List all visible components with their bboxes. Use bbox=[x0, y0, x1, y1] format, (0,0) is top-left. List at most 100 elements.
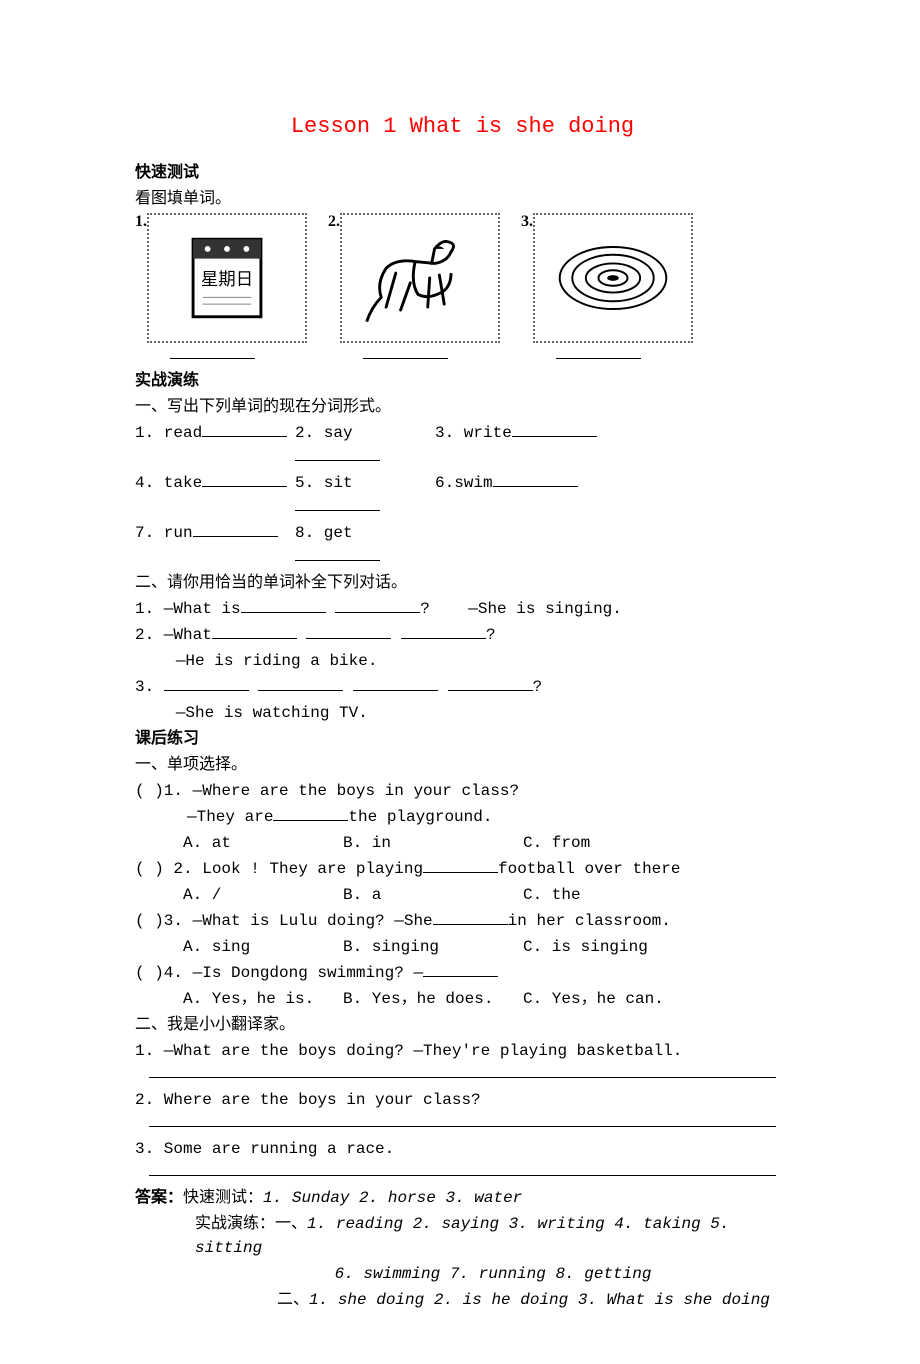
blank[interactable] bbox=[258, 690, 343, 691]
prac2-label: 二、 bbox=[277, 1291, 309, 1308]
blank[interactable] bbox=[202, 486, 287, 487]
ex1-row1: 1. read 2. say 3. write bbox=[135, 421, 790, 469]
blank[interactable] bbox=[164, 690, 249, 691]
ex2-q3-ans: —She is watching TV. bbox=[135, 701, 790, 725]
answer-line[interactable] bbox=[149, 1075, 776, 1078]
opt-a: A. Yes，he is. bbox=[183, 987, 343, 1011]
text: —He is riding a bike. bbox=[176, 652, 378, 670]
text: in her classroom. bbox=[508, 912, 671, 930]
blank[interactable] bbox=[295, 510, 380, 511]
ex1-4: 4. take bbox=[135, 474, 202, 492]
answers-line4: 二、1. she doing 2. is he doing 3. What is… bbox=[135, 1288, 790, 1312]
calendar-icon: 星期日 bbox=[147, 213, 307, 343]
ex1-instruction: 一、写出下列单词的现在分词形式。 bbox=[135, 395, 790, 419]
ex1-6: 6.swim bbox=[435, 474, 493, 492]
mc-q2: ( ) 2. Look ! They are playing football o… bbox=[135, 857, 790, 881]
prac2-answers: 1. she doing 2. is he doing 3. What is s… bbox=[309, 1291, 770, 1309]
text: 1. —What is bbox=[135, 600, 241, 618]
ex1-2: 2. say bbox=[295, 424, 353, 442]
blank[interactable] bbox=[241, 612, 326, 613]
ex2-q2-ans: —He is riding a bike. bbox=[135, 649, 790, 673]
blank[interactable] bbox=[295, 460, 380, 461]
text: ? bbox=[420, 600, 430, 618]
answers-label: 答案： bbox=[135, 1189, 183, 1206]
ex1-row2: 4. take 5. sit 6.swim bbox=[135, 471, 790, 519]
opt-c: C. Yes，he can. bbox=[523, 987, 664, 1011]
text: the playground. bbox=[348, 808, 492, 826]
trans-q2: 2. Where are the boys in your class? bbox=[135, 1088, 790, 1112]
answer-blank-1[interactable] bbox=[170, 358, 255, 359]
mc-q1-opts: A. at B. in C. from bbox=[135, 831, 790, 855]
mc-q3: ( )3. —What is Lulu doing? —She in her cl… bbox=[135, 909, 790, 933]
blank[interactable] bbox=[335, 612, 420, 613]
svg-text:星期日: 星期日 bbox=[201, 269, 253, 289]
quick-answers: 1. Sunday 2. horse 3. water bbox=[263, 1189, 522, 1207]
opt-b: B. in bbox=[343, 831, 523, 855]
answer-line[interactable] bbox=[149, 1124, 776, 1127]
blank[interactable] bbox=[353, 690, 438, 691]
answers-line2: 实战演练：一、1. reading 2. saying 3. writing 4… bbox=[135, 1212, 790, 1260]
opt-a: A. / bbox=[183, 883, 343, 907]
trans-heading: 二、我是小小翻译家。 bbox=[135, 1013, 790, 1037]
answers-line1: 答案：快速测试：1. Sunday 2. horse 3. water bbox=[135, 1186, 790, 1210]
lesson-title: Lesson 1 What is she doing bbox=[135, 110, 790, 143]
practice-heading: 实战演练 bbox=[135, 369, 790, 393]
blank[interactable] bbox=[212, 638, 297, 639]
blank[interactable] bbox=[493, 486, 578, 487]
ex2-q1: 1. —What is ? —She is singing. bbox=[135, 597, 790, 621]
blank[interactable] bbox=[512, 436, 597, 437]
ex2-q3: 3. ? bbox=[135, 675, 790, 699]
image-number-3: 3. bbox=[521, 210, 533, 234]
blank[interactable] bbox=[448, 690, 533, 691]
opt-b: B. a bbox=[343, 883, 523, 907]
blank[interactable] bbox=[193, 536, 278, 537]
trans-q3: 3. Some are running a race. bbox=[135, 1137, 790, 1161]
mc-q2-opts: A. / B. a C. the bbox=[135, 883, 790, 907]
ex2-q2: 2. —What ? bbox=[135, 623, 790, 647]
opt-b: B. Yes，he does. bbox=[343, 987, 523, 1011]
answer-line[interactable] bbox=[149, 1173, 776, 1176]
blank[interactable] bbox=[202, 436, 287, 437]
text: ( )4. —Is Dongdong swimming? — bbox=[135, 964, 423, 982]
prac1-label: 一、 bbox=[275, 1215, 307, 1232]
mc-heading: 一、单项选择。 bbox=[135, 753, 790, 777]
blank[interactable] bbox=[423, 872, 498, 873]
blank[interactable] bbox=[423, 976, 498, 977]
ex1-3: 3. write bbox=[435, 424, 512, 442]
prac1b-answers: 6. swimming 7. running 8. getting bbox=[335, 1265, 652, 1283]
homework-heading: 课后练习 bbox=[135, 727, 790, 751]
text: 3. bbox=[135, 678, 164, 696]
text: —She is singing. bbox=[468, 600, 622, 618]
text: 2. —What bbox=[135, 626, 212, 644]
text: —They are bbox=[187, 808, 273, 826]
answer-blank-3[interactable] bbox=[556, 358, 641, 359]
quick-test-heading: 快速测试 bbox=[135, 161, 790, 185]
ex1-8: 8. get bbox=[295, 524, 353, 542]
quick-label: 快速测试： bbox=[183, 1189, 263, 1206]
blank[interactable] bbox=[306, 638, 391, 639]
trans-q1: 1. —What are the boys doing? —They're pl… bbox=[135, 1039, 790, 1063]
image-number-1: 1. bbox=[135, 210, 147, 234]
horse-icon bbox=[340, 213, 500, 343]
blank[interactable] bbox=[273, 820, 348, 821]
blank[interactable] bbox=[401, 638, 486, 639]
text: football over there bbox=[498, 860, 680, 878]
ex1-1: 1. read bbox=[135, 424, 202, 442]
blank[interactable] bbox=[295, 560, 380, 561]
text: ( ) 2. Look ! They are playing bbox=[135, 860, 423, 878]
opt-c: C. is singing bbox=[523, 935, 648, 959]
text: ? bbox=[486, 626, 496, 644]
blank[interactable] bbox=[433, 924, 508, 925]
mc-q4: ( )4. —Is Dongdong swimming? — bbox=[135, 961, 790, 985]
mc-q1-line2: —They are the playground. bbox=[135, 805, 790, 829]
ex1-row3: 7. run 8. get bbox=[135, 521, 790, 569]
ex2-instruction: 二、请你用恰当的单词补全下列对话。 bbox=[135, 571, 790, 595]
text: ( )3. —What is Lulu doing? —She bbox=[135, 912, 433, 930]
opt-c: C. the bbox=[523, 883, 581, 907]
answers-line3: 6. swimming 7. running 8. getting bbox=[135, 1262, 790, 1286]
opt-b: B. singing bbox=[343, 935, 523, 959]
answer-blank-2[interactable] bbox=[363, 358, 448, 359]
quick-test-instruction: 看图填单词。 bbox=[135, 187, 790, 211]
mc-q3-opts: A. sing B. singing C. is singing bbox=[135, 935, 790, 959]
mc-q1: ( )1. —Where are the boys in your class? bbox=[135, 779, 790, 803]
